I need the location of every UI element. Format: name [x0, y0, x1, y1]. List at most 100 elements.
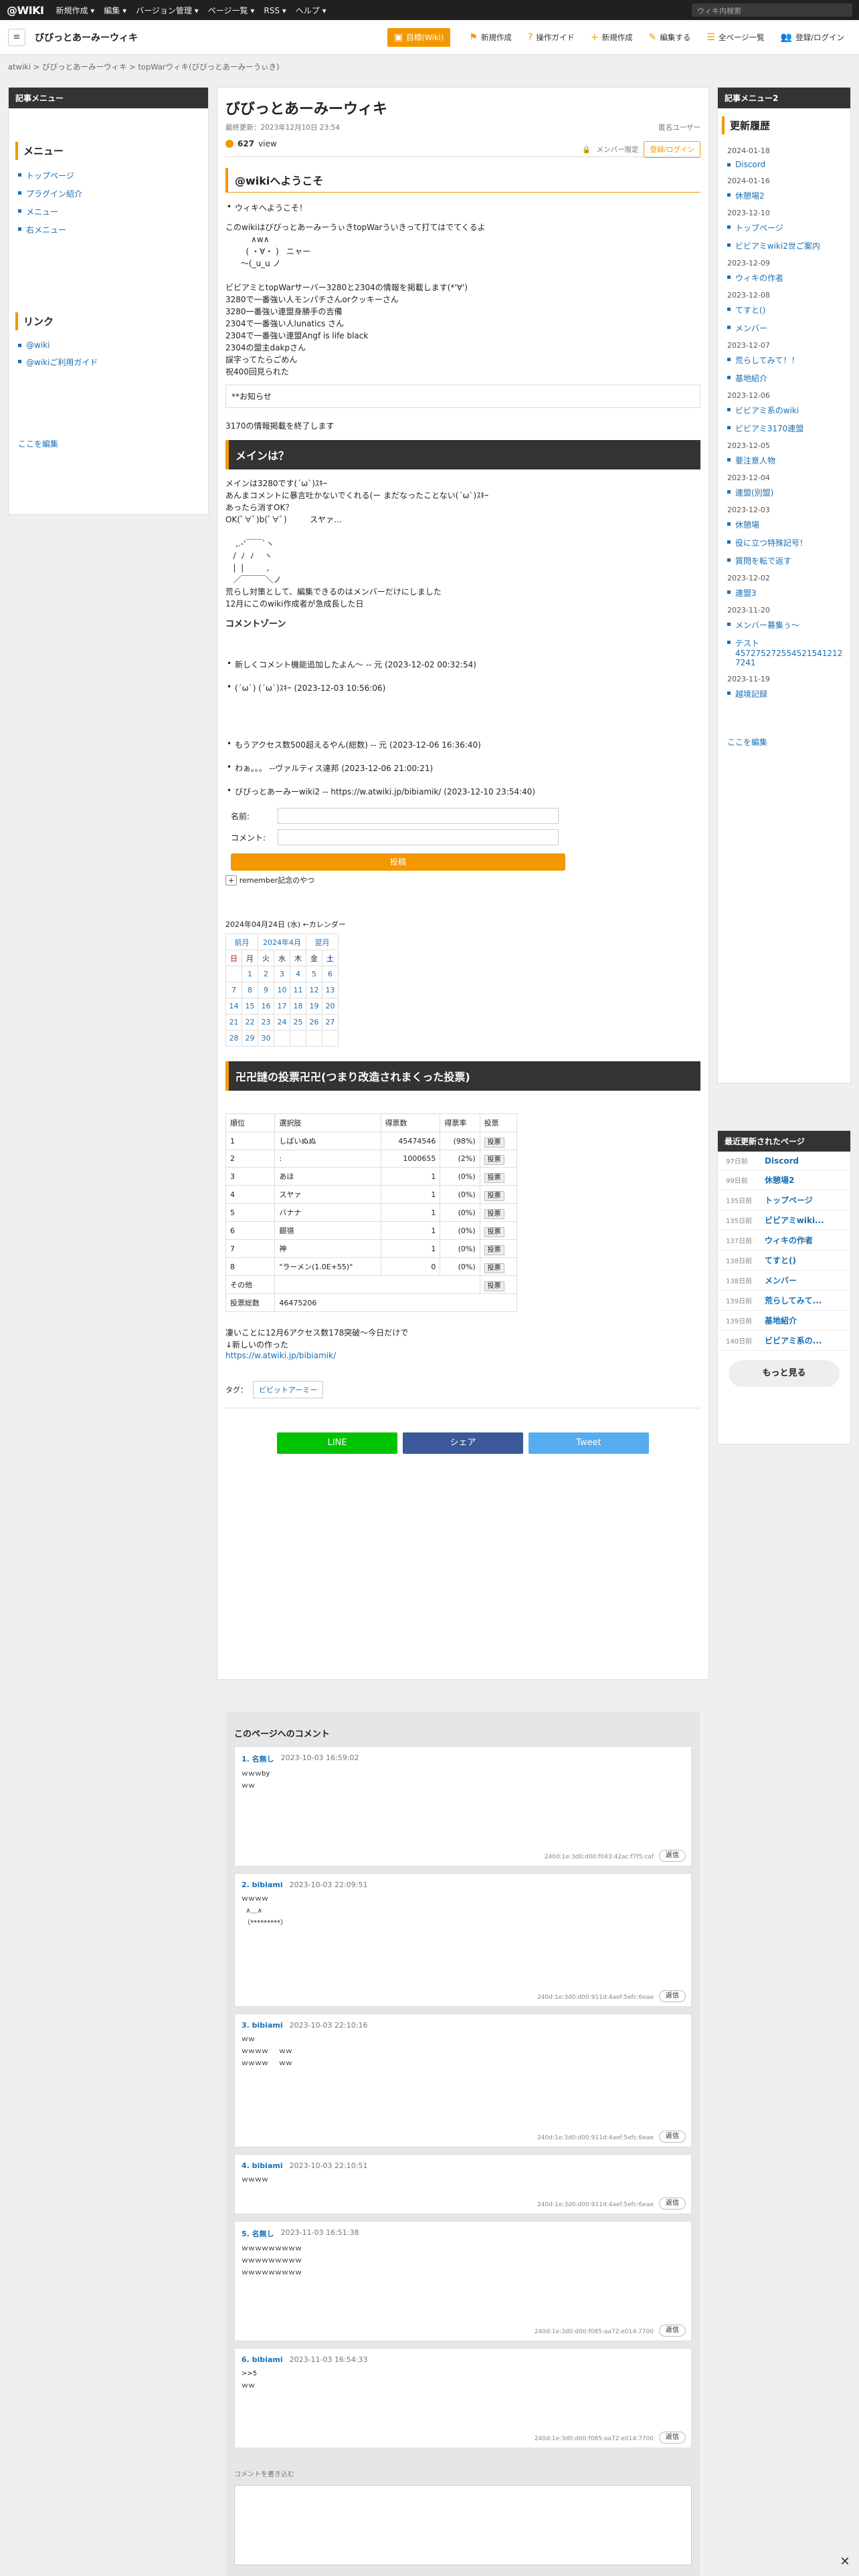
recent-link[interactable]: トップページ	[765, 1194, 813, 1206]
calendar-day[interactable]: 6	[322, 966, 339, 982]
login-button[interactable]: 登録/ログイン	[644, 141, 700, 158]
vote-button[interactable]: 投票	[484, 1190, 504, 1201]
menu-link[interactable]: 右メニュー	[26, 225, 66, 235]
tool-button[interactable]: + 新規作成	[584, 28, 640, 47]
history-item[interactable]: メンバー募集ぅ～	[727, 616, 841, 634]
recent-link[interactable]: 荒らしてみて...	[765, 1295, 822, 1306]
post-button[interactable]: 投稿	[231, 853, 565, 871]
reply-button[interactable]: 返信	[659, 1850, 686, 1862]
calendar-day[interactable]: 9	[258, 982, 274, 998]
share-button[interactable]: Tweet	[529, 1432, 649, 1454]
new-comment-textarea[interactable]	[234, 2485, 692, 2565]
vote-button[interactable]: 投票	[484, 1172, 504, 1183]
tag-link[interactable]: ビビットアーミー	[253, 1381, 324, 1398]
menu-item[interactable]: メニュー	[18, 203, 199, 221]
reply-button[interactable]: 返信	[659, 2131, 686, 2143]
target-wiki-button[interactable]: ▣ 目標(Wiki)	[387, 27, 451, 47]
history-link[interactable]: 要注意人物	[735, 456, 775, 465]
share-button[interactable]: シェア	[403, 1432, 523, 1454]
calendar-day[interactable]: 26	[306, 1014, 322, 1031]
top-menu-item[interactable]: 新規作成 ▾	[56, 6, 94, 15]
recent-item[interactable]: 135日前 ビビアミwiki...	[718, 1210, 850, 1230]
vote-button[interactable]: 投票	[484, 1281, 504, 1291]
reply-button[interactable]: 返信	[659, 2432, 686, 2444]
left-edit-link[interactable]: ここを編集	[9, 431, 208, 456]
link-item[interactable]: @wiki	[18, 337, 199, 353]
calendar-day[interactable]: 3	[274, 966, 290, 982]
recent-item[interactable]: 99日前 休憩場2	[718, 1170, 850, 1190]
recent-item[interactable]: 138日前 てすと()	[718, 1251, 850, 1271]
history-item[interactable]: てすと()	[727, 301, 841, 319]
link[interactable]: @wikiご利用ガイド	[26, 358, 98, 367]
recent-link[interactable]: ウィキの作者	[765, 1235, 813, 1246]
calendar-day[interactable]: 24	[274, 1014, 290, 1031]
history-item[interactable]: 休憩場	[727, 516, 841, 534]
calendar-day[interactable]: 29	[242, 1030, 258, 1047]
menu-item[interactable]: プラグイン紹介	[18, 185, 199, 203]
recent-item[interactable]: 139日前 荒らしてみて...	[718, 1291, 850, 1311]
calendar-day[interactable]: 4	[290, 966, 306, 982]
recent-item[interactable]: 135日前 トップページ	[718, 1190, 850, 1210]
breadcrumb[interactable]: atwiki > びびっとあーみーウィキ > topWarウィキ(びびっとあーみ…	[8, 62, 280, 72]
calendar-day[interactable]: 22	[242, 1014, 258, 1031]
recent-link[interactable]: 基地紹介	[765, 1315, 797, 1326]
history-link[interactable]: メンバー	[735, 324, 767, 333]
history-item[interactable]: ウィキの作者	[727, 269, 841, 287]
menu-icon[interactable]: ≡	[8, 28, 25, 46]
history-link[interactable]: ウィキの作者	[735, 274, 783, 283]
history-item[interactable]: 質問を転で返す	[727, 552, 841, 570]
history-link[interactable]: 基地紹介	[735, 374, 767, 383]
history-item[interactable]: トップページ	[727, 219, 841, 237]
vote-other-input[interactable]	[274, 1275, 480, 1294]
more-button[interactable]: もっと見る	[729, 1360, 840, 1387]
close-icon[interactable]: ✕	[838, 2555, 852, 2569]
history-link[interactable]: ビビアミ3170連盟	[735, 424, 803, 433]
history-item[interactable]: 役に立つ特殊記号！	[727, 534, 841, 552]
atwiki-logo[interactable]: @WIKI	[7, 4, 44, 17]
comment-author[interactable]: 6. bibiami	[242, 2355, 283, 2364]
vote-button[interactable]: 投票	[484, 1137, 504, 1148]
vote-button[interactable]: 投票	[484, 1226, 504, 1237]
link-item[interactable]: @wikiご利用ガイド	[18, 353, 199, 371]
calendar-day[interactable]: 20	[322, 998, 339, 1014]
calendar-day[interactable]: 21	[225, 1014, 242, 1031]
menu-link[interactable]: プラグイン紹介	[26, 189, 82, 199]
history-link[interactable]: トップページ	[735, 223, 783, 233]
history-link[interactable]: テスト457275272554521541212 7241	[735, 639, 842, 667]
tool-button[interactable]: ✎ 編集する	[642, 28, 698, 47]
right-edit-link[interactable]: ここを編集	[718, 730, 850, 754]
recent-link[interactable]: メンバー	[765, 1275, 797, 1286]
calendar-day[interactable]: 10	[274, 982, 290, 998]
name-input[interactable]	[278, 808, 559, 824]
comment-author[interactable]: 1. 名無し	[242, 1753, 274, 1764]
recent-link[interactable]: ビビアミwiki...	[765, 1214, 824, 1226]
history-item[interactable]: テスト457275272554521541212 7241	[727, 634, 842, 671]
recent-item[interactable]: 140日前 ビビアミ系の...	[718, 1331, 850, 1351]
menu-link[interactable]: トップページ	[26, 171, 74, 181]
comment-author[interactable]: 2. bibiami	[242, 1881, 283, 1889]
calendar-day[interactable]: 2	[258, 966, 274, 982]
history-link[interactable]: 荒らしてみて！！	[735, 356, 799, 365]
top-menu-item[interactable]: バージョン管理 ▾	[136, 6, 199, 15]
calendar-day[interactable]: 15	[242, 998, 258, 1014]
history-item[interactable]: ビビアミ3170連盟	[727, 419, 841, 437]
comment-input[interactable]	[278, 829, 559, 845]
calendar-day[interactable]: 5	[306, 966, 322, 982]
calendar-day[interactable]: 23	[258, 1014, 274, 1031]
calendar-day[interactable]: 7	[225, 982, 242, 998]
comment-author[interactable]: 3. bibiami	[242, 2021, 283, 2030]
calendar-day[interactable]: 8	[242, 982, 258, 998]
reply-button[interactable]: 返信	[659, 1990, 686, 2002]
recent-link[interactable]: Discord	[765, 1156, 799, 1166]
tool-button[interactable]: ☰ 全ページ一覧	[700, 28, 771, 47]
calendar-day[interactable]: 13	[322, 982, 339, 998]
calendar-day[interactable]: 12	[306, 982, 322, 998]
history-item[interactable]: 越境記録	[727, 685, 841, 703]
calendar-day[interactable]: 11	[290, 982, 306, 998]
history-link[interactable]: 休憩場2	[735, 191, 765, 201]
history-link[interactable]: 越境記録	[735, 689, 767, 699]
calendar-nav[interactable]: 前月	[225, 934, 258, 950]
history-item[interactable]: 連盟(別盟)	[727, 484, 841, 502]
history-link[interactable]: 役に立つ特殊記号！	[735, 538, 807, 548]
history-item[interactable]: メンバー	[727, 319, 841, 337]
